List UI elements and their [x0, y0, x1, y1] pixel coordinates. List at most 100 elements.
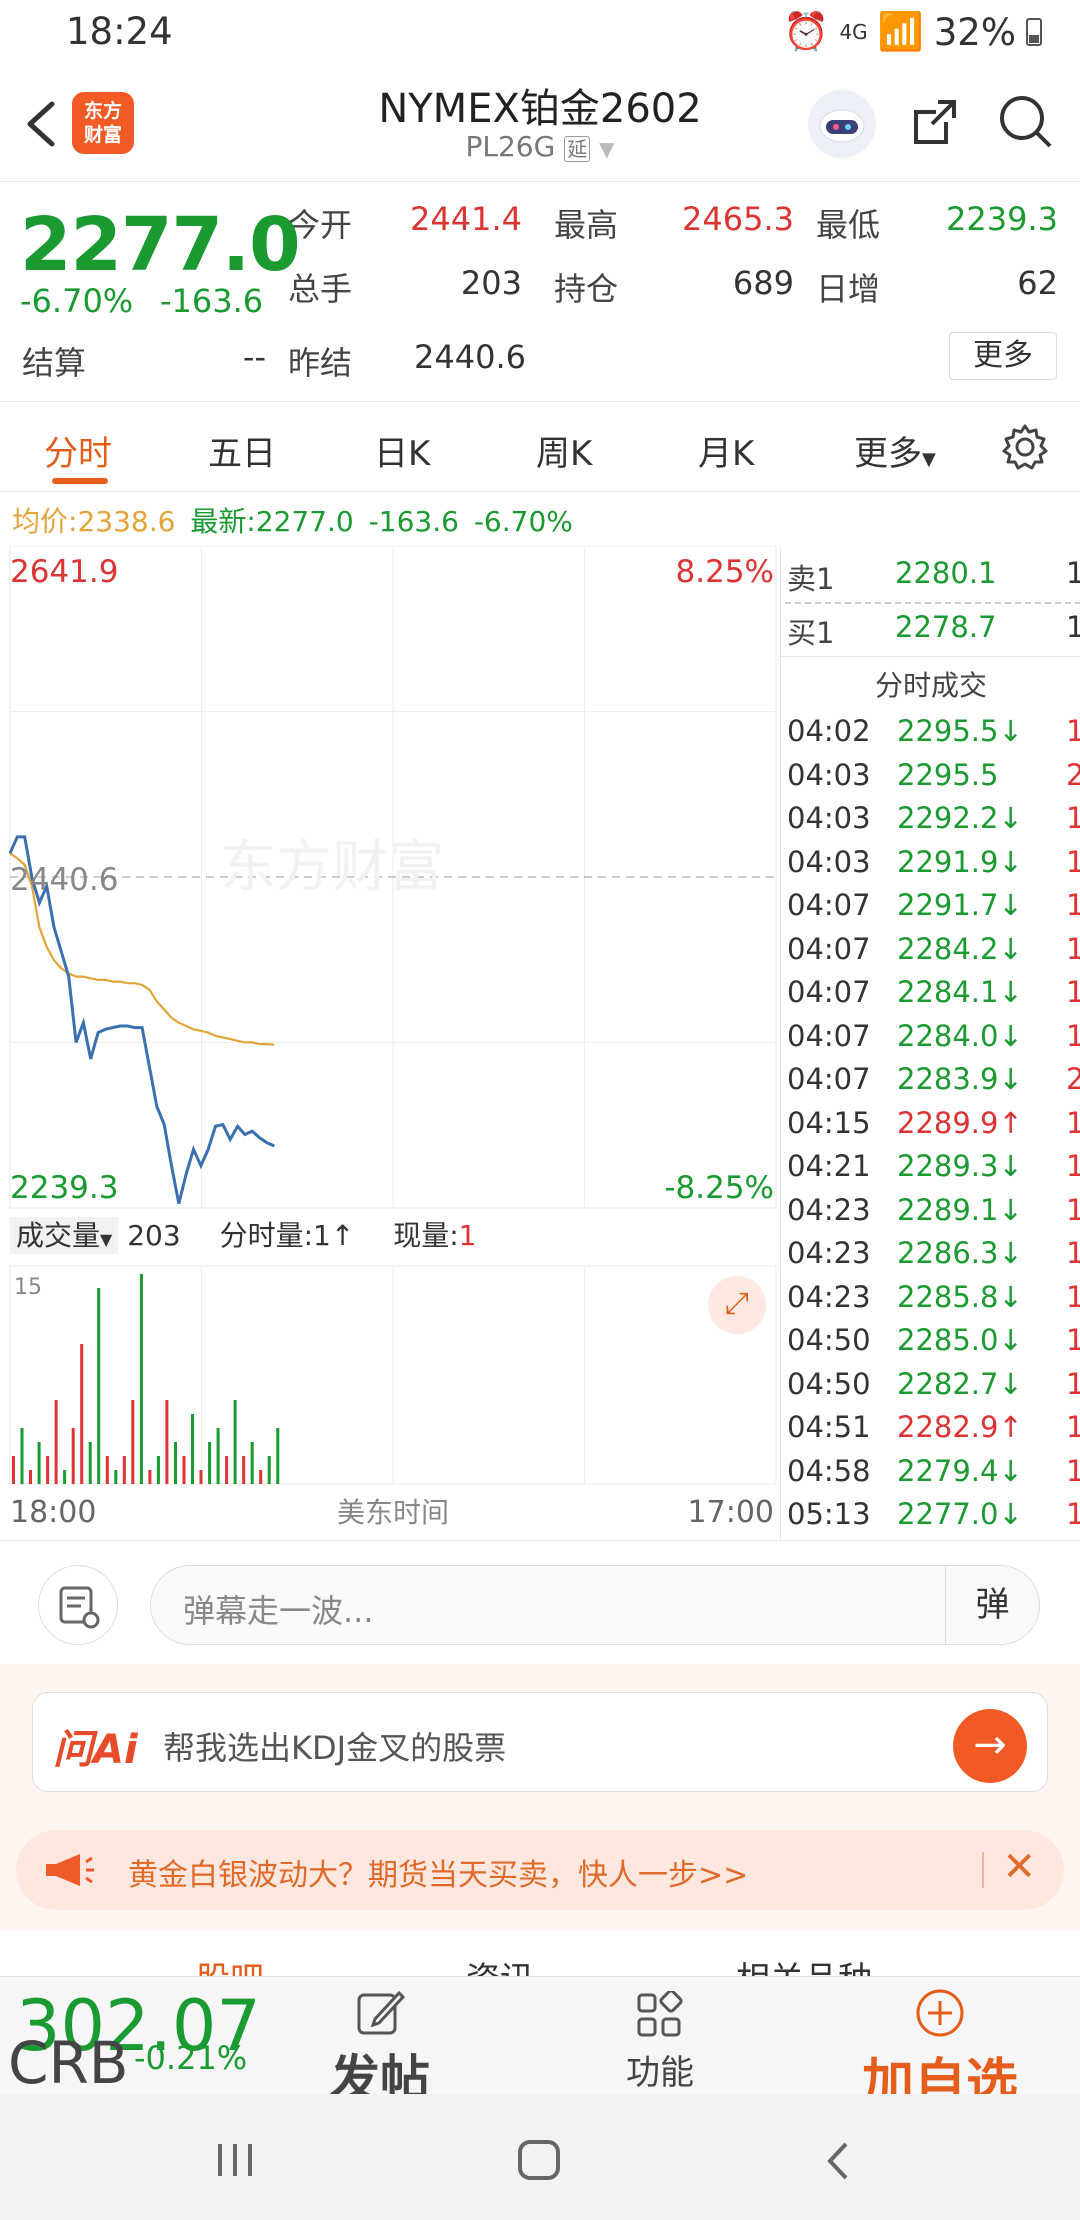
- prev-settle-value: 2440.6: [414, 338, 526, 376]
- time-end-label: 17:00: [688, 1495, 774, 1530]
- trade-price: 2291.9↓: [897, 844, 1023, 879]
- crb-name: CRB: [8, 2029, 129, 2094]
- trade-row: 04:15 2289.9↑ 1: [787, 1106, 1080, 1149]
- latest-change: -163.6: [368, 505, 459, 538]
- search-icon[interactable]: [996, 92, 1056, 152]
- quote-field-label: 最高: [554, 206, 619, 244]
- trade-time: 04:23: [787, 1192, 871, 1227]
- trade-volume: 1: [1066, 1366, 1080, 1401]
- home-icon[interactable]: [516, 2138, 562, 2182]
- network-label: 4G: [839, 20, 868, 44]
- volume-header: 成交量▼ 203 分时量:1↑ 现量:1: [10, 1214, 476, 1254]
- trade-volume: 1: [1066, 801, 1080, 835]
- latest-value: 2277.0: [255, 505, 354, 538]
- post-button[interactable]: 发帖: [320, 1985, 440, 2094]
- robot-assistant-icon[interactable]: [808, 90, 876, 158]
- tick-volume-label: 分时量:1↑: [219, 1219, 355, 1252]
- system-nav-bar: [0, 2094, 1080, 2220]
- expand-chart-icon[interactable]: ⤢: [708, 1276, 766, 1334]
- add-watchlist-button[interactable]: 加自选: [840, 1987, 1040, 2094]
- status-bar: 18:24 ⏰ 4G 📶 32%: [0, 0, 1080, 66]
- tab-related[interactable]: 相关品种: [736, 1952, 872, 1976]
- volume-bar: [80, 1344, 84, 1484]
- more-quote-button[interactable]: 更多: [949, 332, 1057, 380]
- function-button[interactable]: 功能: [600, 1989, 720, 2094]
- volume-bar: [139, 1274, 143, 1484]
- comment-placeholder: 弹幕走一波...: [183, 1592, 374, 1630]
- trade-time: 04:02: [787, 714, 871, 748]
- trade-price: 2285.8↓: [897, 1279, 1023, 1314]
- trade-time: 04:50: [787, 1366, 871, 1401]
- tab-intraday[interactable]: 分时: [44, 426, 112, 475]
- trade-volume: 1: [1066, 1236, 1080, 1270]
- megaphone-icon: [46, 1854, 94, 1886]
- quote-field-value: 2465.3: [682, 200, 794, 238]
- trade-time: 04:03: [787, 844, 871, 879]
- ai-prompt-box[interactable]: 问Ai 帮我选出KDJ金叉的股票 →: [32, 1692, 1048, 1792]
- futures-banner[interactable]: 黄金白银波动大？期货当天买卖，快人一步>> ✕: [16, 1830, 1064, 1910]
- edit-icon: [357, 1990, 406, 2035]
- close-icon[interactable]: ✕: [1002, 1844, 1036, 1890]
- trade-row: 04:03 2292.2↓ 1: [787, 801, 1080, 844]
- share-icon[interactable]: [908, 92, 964, 152]
- quote-field-value: 2239.3: [946, 200, 1058, 238]
- quote-field-label: 日增: [816, 270, 881, 308]
- volume-bar: [12, 1456, 15, 1484]
- trade-time: 04:07: [787, 931, 871, 966]
- volume-bar: [156, 1456, 160, 1484]
- trades-title: 分时成交: [874, 669, 987, 702]
- tab-news[interactable]: 资讯: [466, 1952, 534, 1976]
- function-label: 功能: [626, 2053, 694, 2093]
- trade-time: 04:23: [787, 1279, 871, 1314]
- trade-row: 04:07 2283.9↓ 2: [787, 1062, 1080, 1105]
- trade-price: 2284.0↓: [897, 1018, 1023, 1053]
- app-header: 东方财富 NYMEX铂金2602 PL26G 延 ▼: [0, 66, 1080, 182]
- trade-price: 2295.5↓: [897, 714, 1023, 748]
- post-label: 发帖: [330, 2050, 430, 2094]
- ai-prompt-text: 帮我选出KDJ金叉的股票: [163, 1729, 507, 1767]
- volume-bar: [88, 1442, 92, 1484]
- tab-five-day[interactable]: 五日: [208, 426, 276, 475]
- trade-row: 04:21 2289.3↓ 1: [787, 1149, 1080, 1192]
- trade-row: 04:07 2284.1↓ 1: [787, 975, 1080, 1018]
- avg-value: 2338.6: [77, 505, 176, 538]
- tab-monthly-k[interactable]: 月K: [698, 426, 754, 475]
- tab-daily-k[interactable]: 日K: [374, 426, 430, 475]
- intraday-chart[interactable]: 东方财富 2641.9 8.25% 2440.6 2239.3 -8.25% 1…: [0, 545, 780, 1540]
- time-start-label: 18:00: [10, 1495, 96, 1530]
- volume-bar: [105, 1456, 109, 1484]
- trade-time: 04:07: [787, 888, 871, 922]
- settings-gear-icon[interactable]: [1000, 422, 1050, 472]
- quote-field-value: 2441.4: [410, 200, 522, 238]
- trade-price: 2289.9↑: [897, 1105, 1023, 1140]
- tab-more[interactable]: 更多▼: [854, 426, 936, 475]
- trade-time: 04:03: [787, 757, 871, 792]
- latest-label: 最新:: [190, 505, 256, 538]
- tab-forum[interactable]: 股吧: [196, 1952, 264, 1976]
- volume-bar: [63, 1470, 67, 1484]
- back-icon[interactable]: [822, 2140, 854, 2182]
- trade-volume: 1: [1066, 1105, 1080, 1140]
- trade-row: 04:07 2284.2↓ 1: [787, 932, 1080, 975]
- comment-settings-icon[interactable]: [38, 1565, 118, 1645]
- trade-volume: 1: [1066, 931, 1080, 966]
- active-tab-indicator: [52, 478, 108, 484]
- volume-bar: [250, 1442, 254, 1484]
- volume-bar: [29, 1470, 32, 1484]
- bottom-toolbar: 302.07 CRB -0.21% 发帖 功能 加自选: [0, 1976, 1080, 2094]
- volume-selector[interactable]: 成交量▼: [10, 1217, 119, 1254]
- now-volume-label: 现量:: [393, 1219, 459, 1252]
- trade-time: 04:23: [787, 1236, 871, 1270]
- trade-volume: 2: [1066, 1062, 1080, 1096]
- battery-percent: 32%: [933, 10, 1016, 54]
- danmu-toggle-button[interactable]: 弹: [945, 1566, 1039, 1644]
- volume-label: 成交量: [16, 1219, 101, 1252]
- tab-weekly-k[interactable]: 周K: [536, 426, 592, 475]
- trade-row: 04:03 2291.9↓ 1: [787, 845, 1080, 888]
- trade-volume: 1: [1066, 975, 1080, 1009]
- volume-bar: [208, 1442, 212, 1484]
- bid-price: 2278.7: [895, 610, 997, 644]
- recent-apps-icon[interactable]: [214, 2140, 256, 2180]
- arrow-right-icon[interactable]: →: [953, 1709, 1027, 1783]
- comment-input[interactable]: 弹幕走一波... 弹: [150, 1565, 1040, 1645]
